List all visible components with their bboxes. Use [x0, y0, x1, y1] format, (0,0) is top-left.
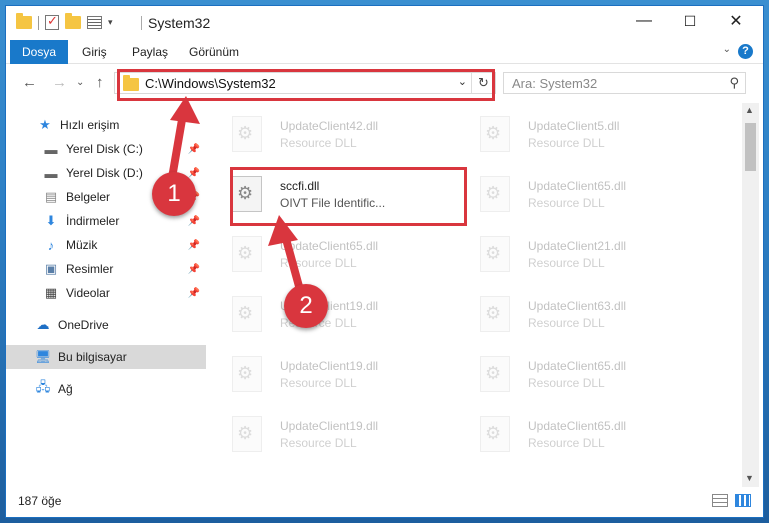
back-arrow-icon[interactable]: ←: [22, 74, 37, 91]
documents-icon: ▤: [44, 189, 58, 204]
customize-toolbar-icon[interactable]: ▾: [108, 17, 113, 28]
vertical-scrollbar[interactable]: ▲ ▼: [742, 103, 759, 487]
sidebar-item-label: İndirmeler: [66, 214, 120, 228]
network-icon: 🖧: [35, 379, 51, 394]
file-item[interactable]: UpdateClient63.dll Resource DLL: [458, 288, 688, 338]
computer-icon: 🖥: [34, 349, 52, 364]
sidebar-item-label: Bu bilgisayar: [58, 350, 127, 364]
title-bar: ▾ System32 — ☐ ✕: [6, 6, 763, 40]
sidebar-item-music[interactable]: ♪ Müzik 📌: [6, 233, 206, 257]
file-item[interactable]: UpdateClient19.dll Resource DLL: [210, 348, 440, 398]
music-icon: ♪: [47, 237, 55, 253]
minimize-button[interactable]: —: [621, 6, 667, 36]
window-title: System32: [148, 15, 211, 31]
tab-dosya[interactable]: Dosya: [10, 40, 68, 64]
dll-file-icon: [480, 356, 510, 392]
file-item[interactable]: UpdateClient19.dll Resource DLL: [210, 408, 440, 458]
scroll-thumb[interactable]: [745, 123, 756, 171]
file-item[interactable]: UpdateClient5.dll Resource DLL: [458, 108, 688, 158]
sidebar-item-this-pc[interactable]: 🖥 Bu bilgisayar: [6, 345, 206, 369]
dll-file-icon: [480, 236, 510, 272]
file-item[interactable]: UpdateClient21.dll Resource DLL: [458, 228, 688, 278]
tab-paylas[interactable]: Paylaş: [126, 40, 174, 64]
sidebar-item-disk-c[interactable]: ▬ Yerel Disk (C:) 📌: [6, 137, 206, 161]
file-item[interactable]: UpdateClient65.dll Resource DLL: [458, 168, 688, 218]
sidebar-item-label: Hızlı erişim: [60, 118, 120, 132]
large-icons-view-icon[interactable]: [735, 494, 751, 507]
step-2-badge: 2: [284, 284, 328, 328]
address-highlight-box: [117, 69, 495, 101]
file-item[interactable]: UpdateClient65.dll Resource DLL: [210, 228, 440, 278]
sidebar-item-label: Belgeler: [66, 190, 111, 204]
sidebar-item-pictures[interactable]: ▣ Resimler 📌: [6, 257, 206, 281]
sidebar-item-label: OneDrive: [58, 318, 109, 332]
dll-file-icon: [232, 236, 262, 272]
cloud-icon: ☁: [36, 317, 50, 332]
pictures-icon: ▣: [44, 261, 58, 276]
sidebar-item-label: Yerel Disk (D:): [66, 166, 143, 180]
sidebar-item-quick-access[interactable]: ★ Hızlı erişim: [6, 113, 206, 137]
forward-arrow-icon[interactable]: →: [52, 74, 67, 91]
sidebar-item-network[interactable]: 🖧 Ağ: [6, 377, 206, 401]
expand-ribbon-icon[interactable]: ⌄: [723, 44, 731, 55]
details-view-icon[interactable]: [712, 494, 728, 507]
dll-file-icon: [232, 296, 262, 332]
search-input[interactable]: Ara: System32: [512, 76, 597, 91]
sidebar-item-onedrive[interactable]: ☁ OneDrive: [6, 313, 206, 337]
dll-file-icon: [480, 116, 510, 152]
explorer-window: ▾ System32 — ☐ ✕ Dosya Giriş Paylaş Görü…: [5, 5, 764, 518]
scroll-up-icon[interactable]: ▲: [745, 105, 754, 115]
download-icon: ⬇: [45, 213, 57, 228]
dll-file-icon: [480, 176, 510, 212]
file-item[interactable]: UpdateClient42.dll Resource DLL: [210, 108, 440, 158]
folder-icon: [16, 13, 32, 29]
pin-icon: 📌: [187, 239, 200, 251]
dll-file-icon: [232, 116, 262, 152]
drive-icon: ▬: [44, 165, 58, 181]
drive-icon: ▬: [44, 141, 58, 157]
maximize-button[interactable]: ☐: [667, 6, 713, 36]
sidebar-item-label: Müzik: [66, 238, 98, 252]
close-button[interactable]: ✕: [713, 6, 759, 36]
file-item[interactable]: UpdateClient65.dll Resource DLL: [458, 408, 688, 458]
dll-file-icon: [232, 356, 262, 392]
pin-icon: 📌: [187, 167, 200, 179]
tab-gorunum[interactable]: Görünüm: [183, 40, 245, 64]
sidebar-item-videos[interactable]: ▦ Videolar 📌: [6, 281, 206, 305]
recent-locations-icon[interactable]: ⌄: [76, 77, 84, 88]
step-1-badge: 1: [152, 172, 196, 216]
dll-file-icon: [480, 296, 510, 332]
sidebar-item-label: Ağ: [58, 382, 73, 396]
pin-icon: 📌: [187, 263, 200, 275]
sidebar-item-label: Videolar: [66, 286, 110, 300]
dll-file-icon: [232, 416, 262, 452]
sidebar-item-label: Yerel Disk (C:): [66, 142, 143, 156]
help-icon[interactable]: ?: [738, 44, 753, 59]
up-arrow-icon[interactable]: ↑: [96, 74, 104, 91]
ribbon: Dosya Giriş Paylaş Görünüm ⌄ ?: [6, 40, 763, 64]
dll-file-icon: [480, 416, 510, 452]
search-icon[interactable]: ⚲: [729, 75, 739, 91]
navigation-pane: ★ Hızlı erişim ▬ Yerel Disk (C:) 📌 ▬ Yer…: [6, 103, 206, 487]
properties-check-icon[interactable]: [45, 13, 59, 30]
pin-icon: 📌: [187, 287, 200, 299]
item-count: 187 öğe: [18, 494, 62, 508]
star-icon: ★: [39, 117, 51, 132]
file-item[interactable]: UpdateClient65.dll Resource DLL: [458, 348, 688, 398]
new-folder-icon[interactable]: [65, 13, 81, 29]
properties-icon[interactable]: [87, 16, 102, 29]
tab-giris[interactable]: Giriş: [76, 40, 113, 64]
video-icon: ▦: [44, 285, 58, 300]
pin-icon: 📌: [187, 215, 200, 227]
status-bar: 187 öğe: [6, 490, 763, 517]
file-highlight-box: [230, 167, 467, 226]
quick-access-toolbar: ▾: [16, 13, 113, 30]
search-box[interactable]: Ara: System32 ⚲: [503, 72, 746, 94]
sidebar-item-label: Resimler: [66, 262, 114, 276]
scroll-down-icon[interactable]: ▼: [745, 473, 754, 483]
pin-icon: 📌: [187, 143, 200, 155]
